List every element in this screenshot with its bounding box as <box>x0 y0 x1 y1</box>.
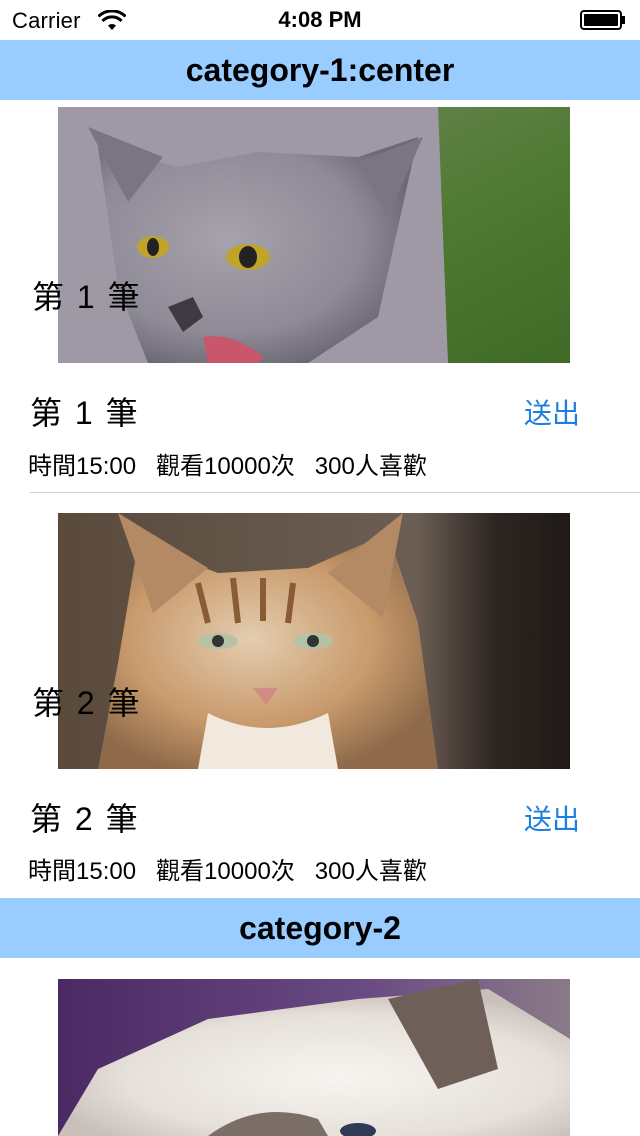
item-1-title: 第 1 筆 <box>30 395 140 431</box>
status-bar: Carrier 4:08 PM <box>0 0 640 40</box>
row-separator <box>30 492 640 493</box>
item-2-title: 第 2 筆 <box>30 801 140 837</box>
cat-photo-white <box>58 979 570 1136</box>
cat-photo-tabby <box>58 513 570 769</box>
item-1-meta: 時間15:00 觀看10000次 300人喜歡 <box>28 453 427 480</box>
status-time: 4:08 PM <box>278 7 362 32</box>
item-2-overlay-label: 第 2 筆 <box>32 685 142 721</box>
section-header-category-1: category-1:center <box>0 40 640 100</box>
item-1-image[interactable] <box>58 107 570 363</box>
item-2-send-button[interactable]: 送出 <box>524 798 580 838</box>
cat-photo-gray <box>58 107 570 363</box>
item-1-overlay-label: 第 1 筆 <box>32 279 142 315</box>
item-1-send-button[interactable]: 送出 <box>524 392 580 432</box>
item-2-meta: 時間15:00 觀看10000次 300人喜歡 <box>28 858 427 885</box>
section-header-category-2: category-2 <box>0 898 640 958</box>
item-2-image[interactable] <box>58 513 570 769</box>
battery-icon <box>580 10 625 30</box>
item-3-image[interactable] <box>58 979 570 1136</box>
